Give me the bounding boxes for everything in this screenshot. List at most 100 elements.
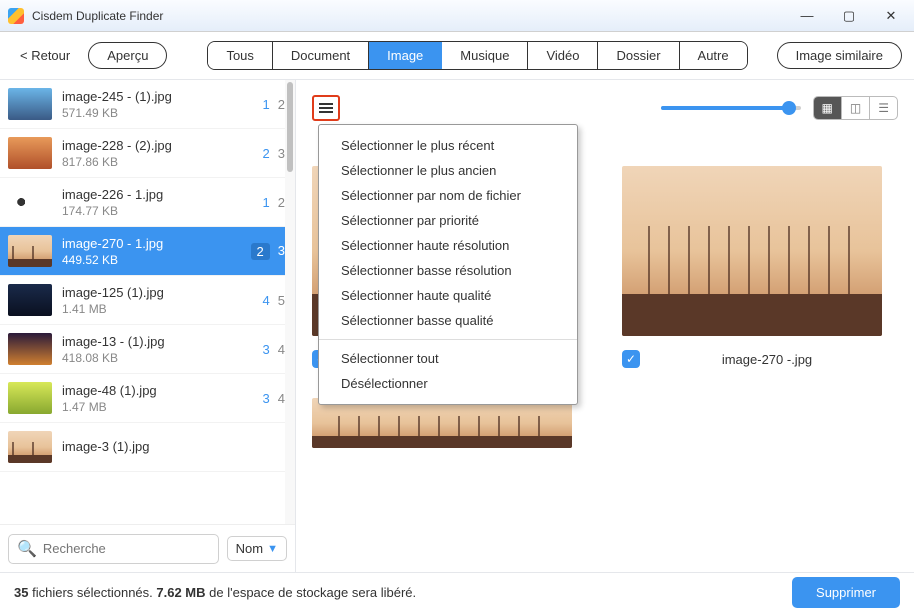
menu-item[interactable]: Sélectionner par priorité <box>319 208 577 233</box>
scrollbar[interactable] <box>285 80 295 524</box>
selected-in-group: 4 <box>263 293 270 308</box>
list-item[interactable]: image-13 - (1).jpg 418.08 KB 34 <box>0 325 295 374</box>
menu-item[interactable]: Sélectionner tout <box>319 346 577 371</box>
total-in-group: 5 <box>278 293 285 308</box>
title-bar: Cisdem Duplicate Finder — ▢ ✕ <box>0 0 914 32</box>
file-name: image-48 (1).jpg <box>62 383 253 398</box>
sort-button[interactable]: Nom ▼ <box>227 536 287 561</box>
tab-musique[interactable]: Musique <box>442 42 528 69</box>
selected-count: 35 <box>14 585 28 600</box>
file-size: 418.08 KB <box>62 351 253 365</box>
selected-in-group: 2 <box>251 243 270 260</box>
list-view-button[interactable]: ☰ <box>870 97 897 119</box>
chevron-down-icon: ▼ <box>267 543 278 555</box>
selected-in-group: 2 <box>263 146 270 161</box>
total-in-group: 4 <box>278 342 285 357</box>
file-name: image-125 (1).jpg <box>62 285 253 300</box>
list-item[interactable]: image-48 (1).jpg 1.47 MB 34 <box>0 374 295 423</box>
category-tabs: TousDocumentImageMusiqueVidéoDossierAutr… <box>207 41 747 70</box>
total-in-group: 4 <box>278 391 285 406</box>
menu-item[interactable]: Sélectionner haute résolution <box>319 233 577 258</box>
thumbnail <box>8 88 52 120</box>
total-in-group: 3 <box>278 243 285 260</box>
file-size: 571.49 KB <box>62 106 253 120</box>
thumbnail <box>8 333 52 365</box>
file-size: 1.47 MB <box>62 400 253 414</box>
file-name: image-245 - (1).jpg <box>62 89 253 104</box>
minimize-button[interactable]: — <box>800 8 814 24</box>
duplicate-list: image-245 - (1).jpg571.49 KB12image-228 … <box>0 80 295 524</box>
file-size: 817.86 KB <box>62 155 253 169</box>
menu-item[interactable]: Désélectionner <box>319 371 577 396</box>
file-name: image-228 - (2).jpg <box>62 138 253 153</box>
sort-label: Nom <box>236 541 263 556</box>
thumbnail <box>8 186 52 218</box>
file-name: image-13 - (1).jpg <box>62 334 253 349</box>
thumbnail <box>8 431 52 463</box>
file-name: image-270 - 1.jpg <box>62 236 241 251</box>
file-name: image-3 (1).jpg <box>62 439 267 454</box>
toolbar: < Retour Aperçu TousDocumentImageMusique… <box>0 32 914 80</box>
tab-autre[interactable]: Autre <box>680 42 747 69</box>
thumbnail <box>8 284 52 316</box>
tab-tous[interactable]: Tous <box>208 42 272 69</box>
file-size: 174.77 KB <box>62 204 253 218</box>
free-space-label: de l'espace de stockage sera libéré. <box>209 585 416 600</box>
preview-thumbnail[interactable] <box>312 398 572 448</box>
preview-file-name: image-270 -.jpg <box>652 352 882 367</box>
menu-item[interactable]: Sélectionner basse qualité <box>319 308 577 333</box>
zoom-slider[interactable] <box>661 106 801 110</box>
app-title: Cisdem Duplicate Finder <box>32 9 163 23</box>
grid-view-button[interactable]: ▦ <box>814 97 842 119</box>
maximize-button[interactable]: ▢ <box>842 8 856 24</box>
free-space-size: 7.62 MB <box>156 585 205 600</box>
list-item[interactable]: image-125 (1).jpg 1.41 MB 45 <box>0 276 295 325</box>
select-checkbox[interactable]: ✓ <box>622 350 640 368</box>
tab-vidéo[interactable]: Vidéo <box>528 42 598 69</box>
total-in-group: 2 <box>278 195 285 210</box>
compare-view-button[interactable]: ◫ <box>842 97 870 119</box>
selection-menu: Sélectionner le plus récentSélectionner … <box>318 124 578 405</box>
menu-item[interactable]: Sélectionner basse résolution <box>319 258 577 283</box>
preview-cell: ✓ image-270 -.jpg <box>622 166 882 368</box>
list-item[interactable]: image-228 - (2).jpg817.86 KB23 <box>0 129 295 178</box>
sidebar: image-245 - (1).jpg571.49 KB12image-228 … <box>0 80 296 572</box>
search-input[interactable]: 🔍 <box>8 534 219 564</box>
delete-button[interactable]: Supprimer <box>792 577 900 608</box>
selected-count-label: fichiers sélectionnés. <box>32 585 153 600</box>
status-bar: 35 fichiers sélectionnés. 7.62 MB de l'e… <box>0 572 914 612</box>
list-item[interactable]: image-245 - (1).jpg571.49 KB12 <box>0 80 295 129</box>
total-in-group: 2 <box>278 97 285 112</box>
thumbnail <box>8 235 52 267</box>
menu-item[interactable]: Sélectionner haute qualité <box>319 283 577 308</box>
preview-toolbar: ▦ ◫ ☰ <box>312 90 898 126</box>
thumbnail <box>8 137 52 169</box>
search-icon: 🔍 <box>17 539 37 559</box>
main-area: image-245 - (1).jpg571.49 KB12image-228 … <box>0 80 914 572</box>
preview-button[interactable]: Aperçu <box>88 42 167 69</box>
tab-image[interactable]: Image <box>369 42 442 69</box>
preview-thumbnail[interactable] <box>622 166 882 336</box>
file-size: 1.41 MB <box>62 302 253 316</box>
close-button[interactable]: ✕ <box>884 8 898 24</box>
preview-pane: ▦ ◫ ☰ ✓image-270 - 1.jpg✓image-270 -.jpg… <box>296 80 914 572</box>
selection-menu-button[interactable] <box>312 95 340 121</box>
menu-item[interactable]: Sélectionner le plus récent <box>319 133 577 158</box>
selected-in-group: 3 <box>263 391 270 406</box>
tab-document[interactable]: Document <box>273 42 369 69</box>
view-mode-switch: ▦ ◫ ☰ <box>813 96 898 120</box>
tab-dossier[interactable]: Dossier <box>598 42 679 69</box>
similar-image-button[interactable]: Image similaire <box>777 42 902 69</box>
list-item[interactable]: image-226 - 1.jpg 174.77 KB 12 <box>0 178 295 227</box>
back-button[interactable]: < Retour <box>12 44 78 67</box>
list-item[interactable]: image-270 - 1.jpg449.52 KB23 <box>0 227 295 276</box>
menu-item[interactable]: Sélectionner le plus ancien <box>319 158 577 183</box>
search-field[interactable] <box>43 541 210 556</box>
thumbnail <box>8 382 52 414</box>
file-name: image-226 - 1.jpg <box>62 187 253 202</box>
list-icon <box>319 103 333 113</box>
selected-in-group: 1 <box>263 195 270 210</box>
selected-in-group: 3 <box>263 342 270 357</box>
menu-item[interactable]: Sélectionner par nom de fichier <box>319 183 577 208</box>
list-item[interactable]: image-3 (1).jpg <box>0 423 295 472</box>
